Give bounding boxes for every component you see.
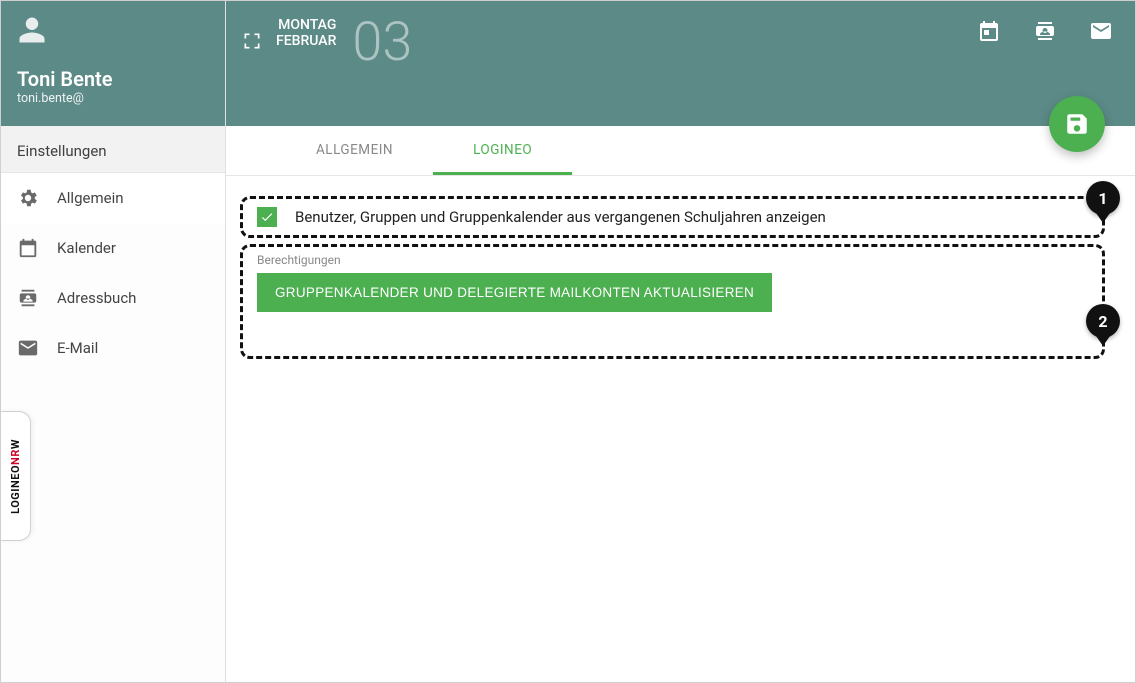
tabs: ALLGEMEIN LOGINEO xyxy=(226,126,1135,176)
header-left: MONTAG FEBRUAR 03 xyxy=(242,17,412,68)
tab-allgemein[interactable]: ALLGEMEIN xyxy=(276,126,433,175)
sidebar-item-allgemein[interactable]: Allgemein xyxy=(1,173,225,223)
sidebar-item-label: E-Mail xyxy=(57,339,98,357)
permissions-label: Berechtigungen xyxy=(257,253,1088,267)
content: ALLGEMEIN LOGINEO Benutzer, Gruppen und … xyxy=(226,126,1135,682)
profile-email: toni.bente@ xyxy=(17,91,209,106)
annotation-box-1: Benutzer, Gruppen und Gruppenkalender au… xyxy=(240,196,1105,238)
app-root: Toni Bente toni.bente@ Einstellungen All… xyxy=(0,0,1136,683)
header: MONTAG FEBRUAR 03 xyxy=(226,1,1135,126)
fullscreen-icon[interactable] xyxy=(242,31,262,55)
contacts-icon xyxy=(17,287,39,309)
annotation-box-2: Berechtigungen GRUPPENKALENDER UND DELEG… xyxy=(240,244,1105,359)
sidebar-item-label: Kalender xyxy=(57,239,116,257)
show-past-years-label: Benutzer, Gruppen und Gruppenkalender au… xyxy=(295,208,826,226)
header-dow: MONTAG xyxy=(276,17,336,33)
sidebar-item-kalender[interactable]: Kalender xyxy=(1,223,225,273)
mail-icon xyxy=(17,337,39,359)
header-month: FEBRUAR xyxy=(276,33,336,49)
calendar-icon[interactable] xyxy=(977,19,1001,47)
annotation-marker-2: 2 xyxy=(1086,304,1120,338)
gear-icon xyxy=(17,187,39,209)
main-area: MONTAG FEBRUAR 03 ALLGEMEIN LOGINEO xyxy=(226,1,1135,682)
avatar-icon xyxy=(17,15,209,49)
tab-logineo[interactable]: LOGINEO xyxy=(433,126,572,175)
header-day-number: 03 xyxy=(352,17,412,68)
save-fab[interactable] xyxy=(1049,96,1105,152)
calendar-icon xyxy=(17,237,39,259)
profile-name: Toni Bente xyxy=(17,67,209,91)
annotation-marker-1: 1 xyxy=(1086,181,1120,215)
sidebar-item-adressbuch[interactable]: Adressbuch xyxy=(1,273,225,323)
sidebar-item-label: Allgemein xyxy=(57,189,124,207)
settings-pane: Benutzer, Gruppen und Gruppenkalender au… xyxy=(226,176,1135,379)
sidebar: Toni Bente toni.bente@ Einstellungen All… xyxy=(1,1,226,682)
mail-icon[interactable] xyxy=(1089,19,1113,47)
header-date: MONTAG FEBRUAR xyxy=(276,17,336,49)
logineo-side-tab[interactable]: LOGINEONRW xyxy=(1,411,31,541)
sidebar-item-label: Adressbuch xyxy=(57,289,136,307)
logineo-logo-text: LOGINEONRW xyxy=(9,439,22,514)
sidebar-item-email[interactable]: E-Mail xyxy=(1,323,225,373)
sidebar-section-title: Einstellungen xyxy=(1,126,225,173)
contacts-icon[interactable] xyxy=(1033,19,1057,47)
update-groupcalendar-button[interactable]: GRUPPENKALENDER UND DELEGIERTE MAILKONTE… xyxy=(257,273,772,312)
show-past-years-checkbox[interactable] xyxy=(257,207,277,227)
header-icons xyxy=(977,19,1113,47)
profile-block: Toni Bente toni.bente@ xyxy=(1,1,225,126)
